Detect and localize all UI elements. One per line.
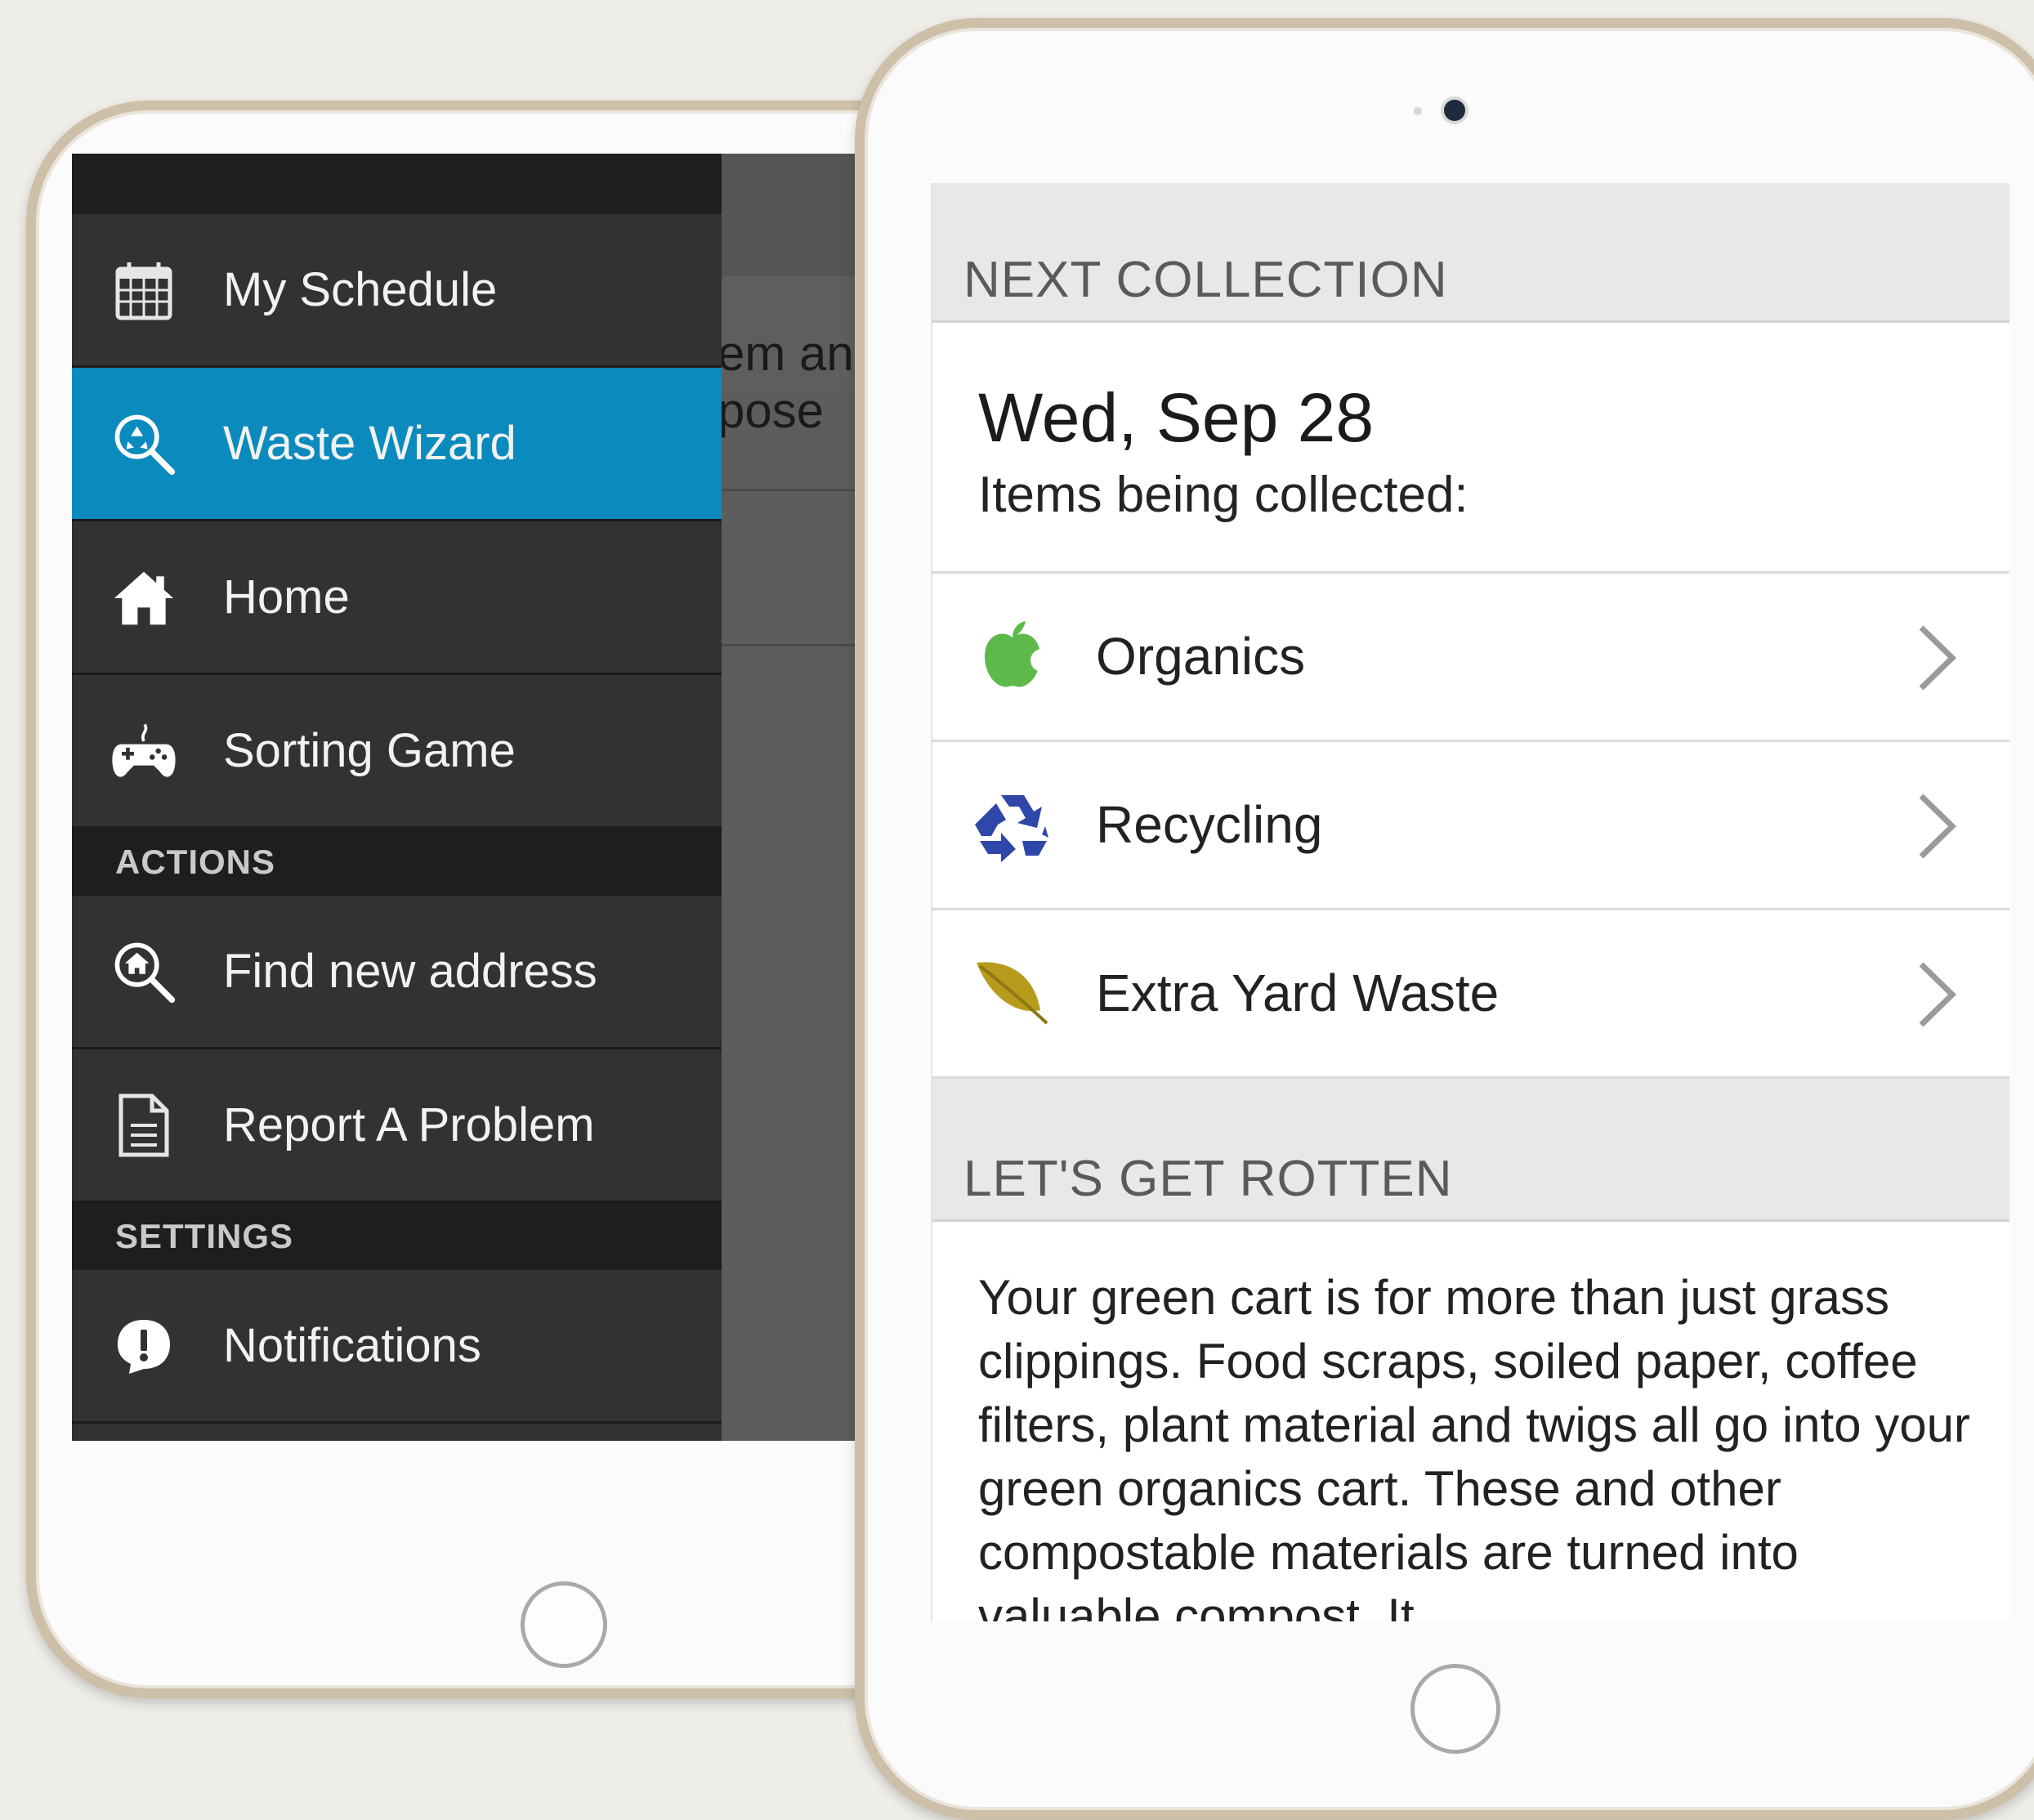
collection-date-block: Wed, Sep 28 Items being collected:	[932, 323, 2009, 574]
drawer-item-notifications[interactable]: Notifications	[72, 1270, 722, 1424]
collection-date: Wed, Sep 28	[978, 379, 1375, 456]
drawer-item-label: Home	[223, 570, 350, 624]
right-tablet-home-button[interactable]	[1410, 1664, 1500, 1754]
next-collection-header: NEXT COLLECTION	[932, 183, 2009, 323]
drawer-item-my-schedule[interactable]: My Schedule	[72, 214, 722, 368]
drawer-item-label: Report A Problem	[223, 1098, 595, 1151]
leaf-icon	[972, 952, 1053, 1034]
drawer-item-find-new-address[interactable]: Find new address	[72, 896, 722, 1049]
drawer-item-label: Notifications	[223, 1319, 481, 1372]
search-recycle-icon	[111, 411, 177, 476]
behind-text-line-1: em an	[717, 326, 854, 381]
drawer-item-label: Sorting Game	[223, 724, 516, 777]
drawer-section-settings: SETTINGS	[72, 1203, 722, 1270]
lets-get-rotten-header: LET'S GET ROTTEN	[932, 1079, 2009, 1222]
collection-row-extra-yard-waste[interactable]: Extra Yard Waste	[932, 910, 2009, 1079]
drawer-item-label: Find new address	[223, 945, 597, 998]
right-tablet-camera	[1444, 100, 1465, 121]
section-label: SETTINGS	[115, 1217, 294, 1255]
tip-text: Your green cart is for more than just gr…	[978, 1270, 1970, 1621]
collection-row-recycling[interactable]: Recycling	[932, 742, 2009, 910]
drawer-section-actions: ACTIONS	[72, 829, 722, 896]
items-collected-label: Items being collected:	[978, 467, 1469, 523]
navigation-drawer: My Schedule Waste Wizard Home Sorting Ga…	[72, 154, 722, 1441]
alert-bubble-icon	[111, 1313, 177, 1379]
collection-label: Extra Yard Waste	[1096, 964, 1500, 1022]
collection-label: Organics	[1096, 627, 1306, 686]
chevron-right-icon	[1919, 794, 1957, 859]
document-icon	[111, 1093, 177, 1158]
section-label: ACTIONS	[115, 843, 275, 881]
collection-row-organics[interactable]: Organics	[932, 574, 2009, 742]
collection-label: Recycling	[1096, 795, 1323, 854]
right-screen: NEXT COLLECTION Wed, Sep 28 Items being …	[931, 183, 2009, 1621]
home-icon	[111, 565, 177, 630]
chevron-right-icon	[1919, 962, 1957, 1027]
section-title: LET'S GET ROTTEN	[963, 1151, 1453, 1207]
behind-text-line-2: pose	[717, 383, 825, 438]
search-home-icon	[111, 939, 177, 1004]
left-screen: em an pose My Schedule Waste Wizard Home…	[72, 154, 910, 1441]
left-tablet-home-button[interactable]	[521, 1581, 607, 1668]
drawer-item-label: Waste Wizard	[223, 417, 516, 470]
drawer-status-strip	[72, 154, 722, 214]
apple-icon	[972, 615, 1053, 697]
drawer-item-label: My Schedule	[223, 263, 498, 316]
drawer-item-report-a-problem[interactable]: Report A Problem	[72, 1049, 722, 1203]
section-title: NEXT COLLECTION	[963, 252, 1448, 308]
drawer-item-home[interactable]: Home	[72, 521, 722, 675]
drawer-item-sorting-game[interactable]: Sorting Game	[72, 675, 722, 829]
gamepad-icon	[111, 718, 177, 784]
calendar-icon	[111, 257, 177, 323]
drawer-item-waste-wizard[interactable]: Waste Wizard	[72, 368, 722, 521]
chevron-right-icon	[1919, 625, 1957, 691]
recycle-icon	[972, 784, 1053, 865]
right-tablet-sensor	[1414, 107, 1422, 115]
